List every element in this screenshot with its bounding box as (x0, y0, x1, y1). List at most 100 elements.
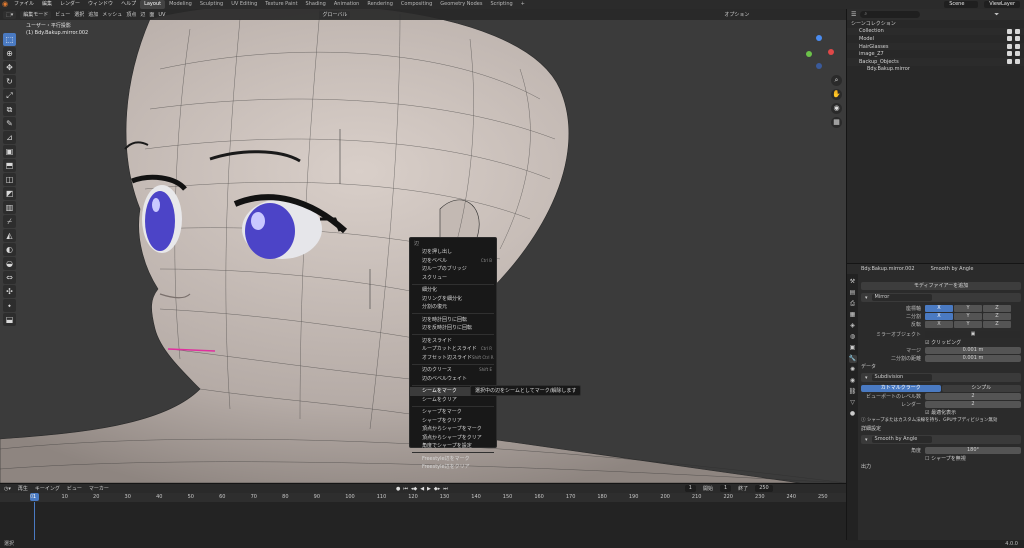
output-subpanel[interactable]: 出力 (861, 462, 1021, 470)
catmull-clark-button[interactable]: カトマルクラーク (861, 384, 941, 392)
outliner-item[interactable]: HairGlasses (847, 42, 1024, 51)
menu-item-subdivide[interactable]: 細分化 (410, 286, 496, 295)
menu-item-un-subdivide[interactable]: 分割の復元 (410, 303, 496, 312)
measure-tool-icon[interactable]: ⊿ (3, 131, 16, 144)
menu-item-edge-crease[interactable]: 辺のクリース Shift E (410, 366, 496, 375)
advanced-subpanel[interactable]: 詳細設定 (861, 424, 1021, 432)
menu-help[interactable]: ヘルプ (117, 0, 140, 9)
navigation-gizmo[interactable] (802, 35, 836, 69)
tool-tab-icon[interactable]: ⚒ (849, 278, 857, 286)
camera-icon[interactable]: ◉ (831, 103, 842, 114)
mirror-object-field[interactable]: ▣ (925, 330, 1021, 338)
play-reverse-icon[interactable]: ◀ (420, 486, 424, 492)
blender-logo-icon[interactable]: ◉ (0, 0, 10, 9)
gizmo-z-icon[interactable] (816, 35, 822, 41)
menu-item-clear-sharp-from-vertices[interactable]: 頂点からシャープをクリア (410, 434, 496, 443)
add-cube-tool-icon[interactable]: ▣ (3, 145, 16, 158)
menu-edit[interactable]: 編集 (38, 0, 56, 9)
material-tab-icon[interactable]: ● (849, 410, 857, 418)
menu-item-screw[interactable]: スクリュー (410, 274, 496, 283)
mirror-modifier-header[interactable]: ▾ Mirror (861, 293, 1021, 302)
extrude-tool-icon[interactable]: ⬒ (3, 159, 16, 172)
prev-key-icon[interactable]: ◂◆ (411, 486, 417, 492)
rip-tool-icon[interactable]: ⬓ (3, 313, 16, 326)
record-icon[interactable]: ● (396, 486, 400, 492)
simple-button[interactable]: シンプル (941, 384, 1021, 392)
menu-face[interactable]: 面 (149, 11, 154, 18)
menu-vertex[interactable]: 頂点 (126, 11, 136, 18)
outliner-editor-icon[interactable]: ☰ (851, 11, 856, 18)
menu-view[interactable]: ビュー (55, 11, 70, 18)
visibility-toggles[interactable] (1007, 28, 1020, 34)
subdivision-modifier-header[interactable]: ▾ Subdivision (861, 373, 1021, 382)
world-tab-icon[interactable]: ◍ (849, 333, 857, 341)
current-frame-field[interactable]: 1 (684, 485, 696, 492)
menu-item-bevel-edges[interactable]: 辺をベベル Ctrl B (410, 257, 496, 266)
edge-slide-tool-icon[interactable]: ⇔ (3, 271, 16, 284)
timeline-tracks[interactable] (0, 502, 846, 540)
bisect-toggles[interactable]: XYZ (925, 312, 1011, 320)
outliner-item[interactable]: Collection (847, 27, 1024, 36)
menu-item-clear-sharp[interactable]: シャープをクリア (410, 417, 496, 426)
gizmo-y-icon[interactable] (806, 51, 812, 57)
outliner-search-input[interactable]: ⌕ (860, 11, 921, 18)
outliner-item[interactable]: Bdy.Bakup.mirror (847, 66, 1024, 74)
menu-item-mark-sharp[interactable]: シャープをマーク (410, 408, 496, 417)
add-modifier-button[interactable]: モディファイアーを追加 (861, 282, 1021, 290)
menu-item-mark-sharp-from-vertices[interactable]: 頂点からシャープをマーク (410, 425, 496, 434)
spin-tool-icon[interactable]: ◐ (3, 243, 16, 256)
viewport-levels-field[interactable]: 2 (925, 392, 1021, 400)
grid-icon[interactable]: ▦ (831, 117, 842, 128)
outliner-scene-collection[interactable]: シーンコレクション (847, 20, 1024, 28)
options-menu[interactable]: オプション (724, 11, 749, 18)
tab-uv-editing[interactable]: UV Editing (227, 0, 261, 9)
menu-edge[interactable]: 辺 (140, 11, 145, 18)
visibility-toggles[interactable] (1007, 43, 1020, 49)
menu-item-loop-cut-slide[interactable]: ループカットとスライド Ctrl R (410, 345, 496, 354)
annotate-tool-icon[interactable]: ✎ (3, 117, 16, 130)
shear-tool-icon[interactable]: ⬩ (3, 299, 16, 312)
particles-tab-icon[interactable]: ✺ (849, 366, 857, 374)
start-frame-field[interactable]: 1 (719, 485, 732, 492)
optimal-display-checkbox[interactable]: ☑ 最適化表示 (925, 409, 956, 416)
data-tab-icon[interactable]: ▽ (849, 399, 857, 407)
next-key-icon[interactable]: ◆▸ (434, 486, 440, 492)
menu-marker[interactable]: マーカー (89, 485, 109, 492)
chevron-down-icon[interactable]: ▾ (865, 437, 868, 443)
object-tab-icon[interactable]: ▣ (849, 344, 857, 352)
menu-file[interactable]: ファイル (10, 0, 38, 9)
smooth-tool-icon[interactable]: ◒ (3, 257, 16, 270)
menu-window[interactable]: ウィンドウ (84, 0, 117, 9)
menu-render[interactable]: レンダー (56, 0, 84, 9)
gizmo-x-icon[interactable] (828, 49, 834, 55)
menu-mesh[interactable]: メッシュ (102, 11, 122, 18)
zoom-icon[interactable]: ⌕ (831, 75, 842, 86)
add-workspace-button[interactable]: + (517, 0, 529, 9)
tab-layout[interactable]: Layout (140, 0, 166, 9)
angle-field[interactable]: 180° (925, 446, 1021, 454)
modifier-tab-icon[interactable]: 🔧 (848, 355, 857, 363)
transform-tool-icon[interactable]: ⧉ (3, 103, 16, 116)
timeline-ruler[interactable]: 1 0 10 20 30 40 50 60 70 80 90 100 110 120 130 140 150 1… (0, 493, 846, 502)
data-subpanel[interactable]: データ (861, 362, 1021, 370)
menu-item-edge-bevel-weight[interactable]: 辺のベベルウェイト (410, 375, 496, 384)
render-levels-field[interactable]: 2 (925, 400, 1021, 408)
tab-scripting[interactable]: Scripting (486, 0, 516, 9)
mode-selector[interactable]: 編集モード (20, 10, 52, 19)
outliner-item[interactable]: image_Z7 (847, 50, 1024, 58)
view-layer-selector[interactable]: ViewLayer (984, 1, 1020, 8)
menu-item-clear-seam[interactable]: シームをクリア (410, 396, 496, 405)
menu-item-edge-slide[interactable]: 辺をスライド (410, 337, 496, 346)
physics-tab-icon[interactable]: ◉ (849, 377, 857, 385)
smooth-modifier-name[interactable]: Smooth by Angle (871, 436, 932, 443)
menu-uv[interactable]: UV (158, 12, 165, 18)
tab-texture-paint[interactable]: Texture Paint (261, 0, 301, 9)
tab-sculpting[interactable]: Sculpting (196, 0, 227, 9)
loop-cut-tool-icon[interactable]: ▥ (3, 201, 16, 214)
end-frame-field[interactable]: 250 (755, 485, 773, 492)
chevron-down-icon[interactable]: ▾ (865, 295, 868, 301)
menu-item-mark-freestyle-edge[interactable]: Freestyle辺をマーク (410, 455, 496, 464)
scale-tool-icon[interactable]: ⤢ (3, 89, 16, 102)
view-layer-tab-icon[interactable]: ▦ (849, 311, 857, 319)
pan-hand-icon[interactable]: ✋ (831, 89, 842, 100)
